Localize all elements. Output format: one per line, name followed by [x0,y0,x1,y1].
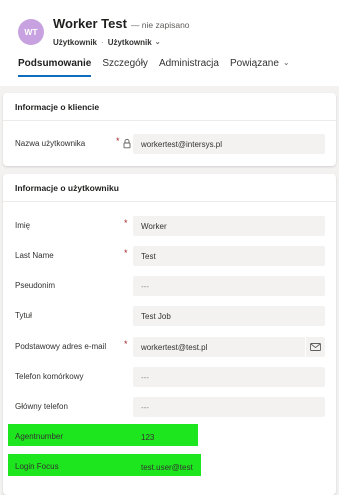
entity-name: Użytkownik [53,37,98,47]
required-marker: * [124,248,128,258]
field-label: Agentnumber [15,432,64,441]
client-info-section: Informacje o kliencie Nazwa użytkownika … [3,93,336,166]
section-title: Informacje o kliencie [15,102,100,112]
avatar: WT [18,19,44,45]
field-row-username: Nazwa użytkownika * workertest@intersys.… [3,134,336,154]
field-row-login-focus: Login Focus test.user@test [3,457,336,477]
field-label: Główny telefon [15,402,68,411]
lock-icon [123,138,131,149]
field-row-title: Tytuł Test Job [3,306,336,326]
chevron-down-icon: ⌄ [154,39,161,46]
field-row-main-phone: Główny telefon --- [3,397,336,417]
agentnumber-field[interactable]: 123 [133,427,325,447]
required-marker: * [116,136,120,146]
field-label: Pseudonim [15,281,56,290]
subtitle-separator: · [101,37,104,47]
section-divider [3,120,336,121]
mail-icon [310,343,321,351]
form-name: Użytkownik [107,37,152,47]
field-label: Telefon komórkowy [15,372,84,381]
required-marker: * [124,339,128,349]
tab-related[interactable]: Powiązane ⌄ [230,58,290,78]
record-subtitle: Użytkownik · Użytkownik ⌄ [53,36,161,48]
tab-details[interactable]: Szczegóły [102,58,148,78]
email-value: workertest@test.pl [141,342,208,352]
required-marker: * [124,218,128,228]
tab-bar: Podsumowanie Szczegóły Administracja Pow… [18,58,301,78]
field-row-last-name: Last Name * Test [3,246,336,266]
field-label: Imię [15,221,31,230]
field-row-agentnumber: Agentnumber 123 [3,427,336,447]
record-header: WT Worker Test — nie zapisano Użytkownik… [0,0,339,86]
field-label: Podstawowy adres e-mail [15,342,107,351]
last-name-field[interactable]: Test [133,246,325,266]
email-field[interactable]: workertest@test.pl [133,337,325,357]
first-name-field[interactable]: Worker [133,216,325,236]
username-field[interactable]: workertest@intersys.pl [133,134,325,154]
record-title: Worker Test — nie zapisano [53,16,190,32]
form-selector[interactable]: Użytkownik ⌄ [108,38,161,47]
field-label: Nazwa użytkownika [15,139,86,148]
mobile-phone-field[interactable]: --- [133,367,325,387]
login-focus-field[interactable]: test.user@test [133,457,325,477]
send-email-button[interactable] [305,337,325,357]
job-title-field[interactable]: Test Job [133,306,325,326]
field-row-nickname: Pseudonim --- [3,276,336,296]
main-phone-field[interactable]: --- [133,397,325,417]
section-divider [3,201,336,202]
field-label: Login Focus [15,462,59,471]
user-info-section: Informacje o użytkowniku Imię * Worker L… [3,174,336,495]
tab-administration[interactable]: Administracja [159,58,219,78]
save-status: — nie zapisano [130,20,190,30]
tab-summary[interactable]: Podsumowanie [18,58,92,78]
section-title: Informacje o użytkowniku [15,183,119,193]
field-row-first-name: Imię * Worker [3,216,336,236]
field-row-email: Podstawowy adres e-mail * workertest@tes… [3,337,336,357]
field-row-mobile: Telefon komórkowy --- [3,367,336,387]
record-name: Worker Test [53,16,127,31]
chevron-down-icon: ⌄ [282,58,290,67]
nickname-field[interactable]: --- [133,276,325,296]
field-label: Tytuł [15,311,32,320]
field-label: Last Name [15,251,54,260]
